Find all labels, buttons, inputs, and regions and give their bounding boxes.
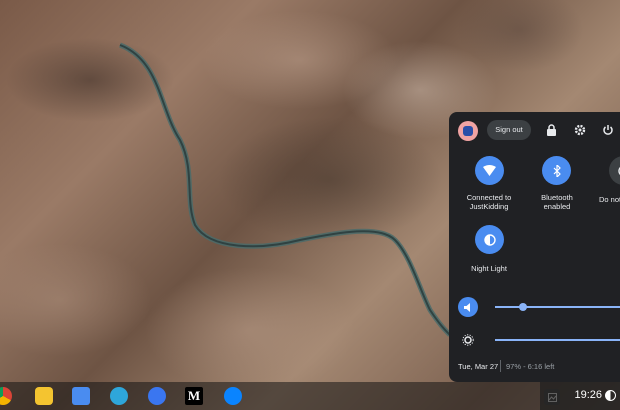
bluetooth-toggle[interactable]	[542, 156, 571, 185]
settings-icon[interactable]	[570, 120, 590, 140]
signal-icon[interactable]	[148, 387, 166, 405]
power-icon[interactable]	[598, 120, 618, 140]
medium-icon[interactable]: M	[185, 387, 203, 405]
clock: 19:26	[574, 389, 602, 401]
volume-thumb[interactable]	[519, 303, 527, 311]
volume-button[interactable]	[458, 297, 478, 317]
night-light-label: Night Light	[471, 264, 507, 273]
dnd-label: Do not	[599, 195, 620, 204]
battery-status: 97% - 6:16 left	[506, 362, 555, 371]
brightness-track[interactable]	[495, 339, 620, 341]
volume-track[interactable]	[495, 306, 620, 308]
sign-out-button[interactable]: Sign out	[487, 120, 531, 140]
messenger-icon[interactable]	[224, 387, 242, 405]
wifi-icon	[483, 165, 496, 176]
bluetooth-icon	[553, 164, 561, 177]
date-label[interactable]: Tue, Mar 27	[458, 362, 498, 371]
avatar[interactable]	[458, 121, 478, 141]
keep-icon[interactable]	[35, 387, 53, 405]
wifi-toggle[interactable]	[475, 156, 504, 185]
shelf: M	[0, 382, 620, 410]
telegram-icon[interactable]	[110, 387, 128, 405]
battery-icon	[605, 390, 616, 401]
night-light-toggle[interactable]	[475, 225, 504, 254]
volume-icon	[463, 302, 470, 312]
quick-settings-panel: Sign out Connected to JustKidding Blueto…	[449, 112, 620, 382]
wifi-label: Connected to JustKidding	[466, 193, 512, 211]
lock-icon[interactable]	[541, 120, 561, 140]
chrome-icon[interactable]	[0, 387, 12, 405]
dnd-toggle[interactable]	[609, 156, 620, 185]
night-light-icon	[483, 233, 496, 246]
status-area[interactable]: 19:26	[540, 382, 620, 410]
footer-divider	[500, 360, 501, 372]
bluetooth-label: Bluetooth enabled	[541, 193, 573, 211]
inbox-icon[interactable]	[72, 387, 90, 405]
brightness-icon	[458, 330, 478, 350]
